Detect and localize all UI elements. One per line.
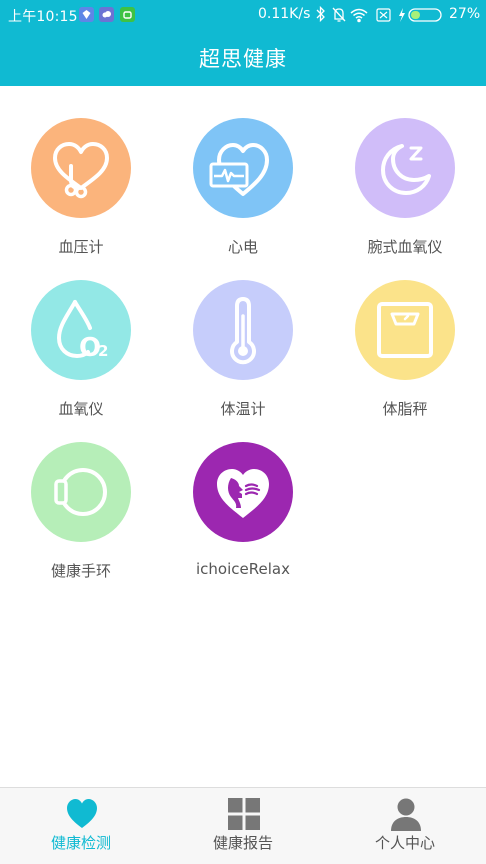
charging-icon bbox=[399, 8, 405, 22]
device-circle bbox=[193, 280, 293, 380]
device-label: 健康手环 bbox=[50, 562, 111, 580]
device-oximeter[interactable]: O 2 血氧仪 bbox=[0, 248, 162, 418]
device-ichoice-relax[interactable]: ichoiceRelax bbox=[162, 410, 324, 578]
device-circle bbox=[193, 442, 293, 542]
title-bar: 超思健康 bbox=[0, 30, 486, 86]
device-label: 体脂秤 bbox=[382, 400, 428, 418]
device-thermometer[interactable]: 体温计 bbox=[162, 248, 324, 418]
android-icon bbox=[120, 7, 135, 22]
relax-heart-icon bbox=[217, 469, 269, 518]
device-circle: O 2 bbox=[31, 280, 131, 380]
tab-label: 个人中心 bbox=[374, 834, 435, 852]
device-circle bbox=[31, 442, 131, 542]
device-blood-pressure[interactable]: 血压计 bbox=[0, 86, 162, 256]
mute-icon bbox=[332, 7, 346, 22]
notification-app-icon bbox=[79, 7, 94, 22]
battery-icon bbox=[408, 8, 442, 22]
device-wristband[interactable]: 健康手环 bbox=[0, 410, 162, 580]
sim-x-icon bbox=[376, 8, 391, 22]
device-label: ichoiceRelax bbox=[196, 560, 290, 578]
device-ecg[interactable]: 心电 bbox=[162, 86, 324, 256]
device-body-fat-scale[interactable]: 体脂秤 bbox=[324, 248, 486, 418]
status-bar: 上午10:15 0.11K/s 27% bbox=[0, 0, 486, 30]
cloud-icon bbox=[99, 7, 114, 22]
page-title: 超思健康 bbox=[199, 47, 287, 71]
person-icon bbox=[391, 798, 421, 831]
oxygen-drop-icon: O 2 bbox=[56, 300, 108, 363]
tab-personal-center[interactable]: 个人中心 bbox=[324, 788, 486, 864]
stethoscope-heart-icon bbox=[53, 142, 109, 199]
status-icons bbox=[316, 5, 442, 23]
device-circle bbox=[31, 118, 131, 218]
bottom-nav: 健康检测 健康报告 个人中心 bbox=[0, 787, 486, 864]
network-speed: 0.11K/s bbox=[258, 6, 311, 22]
heart-icon bbox=[67, 799, 97, 828]
tab-health-report[interactable]: 健康报告 bbox=[162, 788, 324, 864]
moon-sleep-icon bbox=[381, 144, 431, 195]
thermometer-icon bbox=[230, 297, 256, 365]
wristband-icon bbox=[54, 468, 107, 516]
bluetooth-icon bbox=[316, 5, 325, 23]
tab-label: 健康报告 bbox=[212, 834, 273, 852]
device-wrist-oximeter[interactable]: 腕式血氧仪 bbox=[324, 86, 486, 256]
device-circle bbox=[355, 118, 455, 218]
screen: 上午10:15 0.11K/s 27% 超思健康 血压计 心电 腕式血氧仪 O … bbox=[0, 0, 486, 864]
device-circle bbox=[355, 280, 455, 380]
battery-percent: 27% bbox=[449, 6, 481, 22]
grid-icon bbox=[228, 798, 260, 830]
svg-text:2: 2 bbox=[98, 342, 108, 360]
wifi-icon bbox=[350, 8, 368, 23]
device-circle bbox=[193, 118, 293, 218]
tab-health-detection[interactable]: 健康检测 bbox=[0, 788, 162, 864]
tab-label: 健康检测 bbox=[50, 834, 111, 852]
scale-icon bbox=[377, 302, 433, 358]
ecg-heart-icon bbox=[209, 143, 269, 196]
status-time: 上午10:15 bbox=[8, 9, 78, 25]
